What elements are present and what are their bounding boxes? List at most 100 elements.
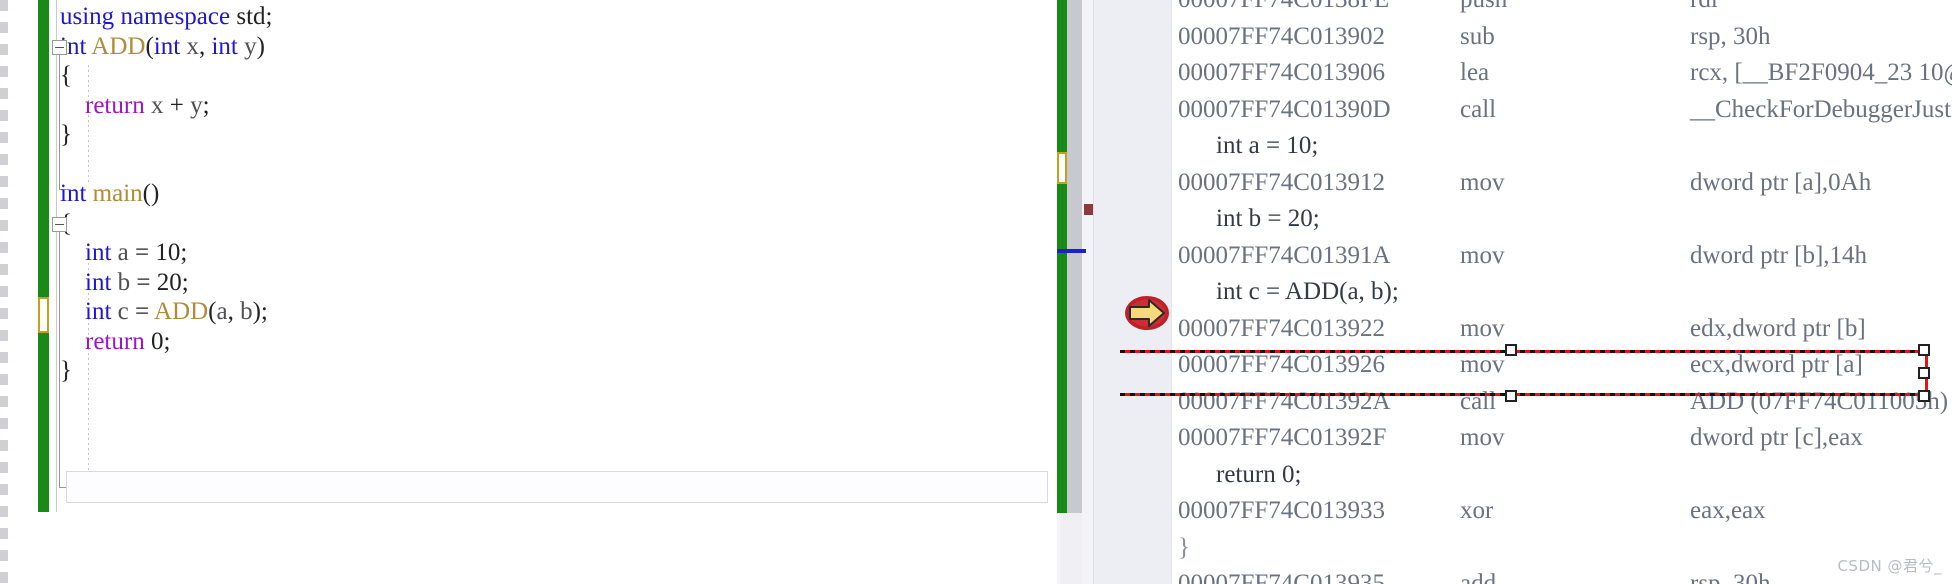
disassembly-source-row[interactable]: return 0; (1120, 457, 1952, 494)
instruction-operands: dword ptr [c],eax (1690, 424, 1863, 451)
disassembly-instruction-row[interactable]: 00007FF74C013902 sub rsp, 30h (1120, 19, 1952, 56)
disassembly-source-row[interactable]: int b = 20; (1120, 201, 1952, 238)
code-token: ADD (91, 32, 146, 60)
code-token: b (117, 268, 131, 296)
instruction-address: 00007FF74C013933 (1178, 497, 1385, 524)
code-token: } (60, 357, 72, 384)
code-token: y (244, 32, 257, 60)
source-code-editor[interactable]: using namespace std; int ADD(int x, int y… (0, 0, 1057, 584)
disassembly-instruction-row[interactable]: 00007FF74C01392A call ADD (07FF74C011005h) (1120, 384, 1952, 421)
instruction-operands: rsp, 30h (1690, 570, 1771, 584)
code-token: = (130, 268, 157, 296)
resize-handle-bottom-right[interactable] (1918, 390, 1930, 402)
code-line[interactable]: return 0; (0, 327, 1057, 357)
instruction-operands: rsp, 30h (1690, 22, 1771, 50)
code-token: int (85, 239, 112, 266)
code-token: ( (145, 32, 154, 60)
instruction-address: 00007FF74C01390D (1178, 95, 1391, 123)
disassembly-instruction-row[interactable]: 00007FF74C013933 xor eax,eax (1120, 493, 1952, 530)
resize-handle-top-center[interactable] (1505, 344, 1517, 356)
disassembly-instruction-row[interactable]: 00007FF74C013926 mov ecx,dword ptr [a] (1120, 347, 1952, 384)
editor-empty-area[interactable] (8, 512, 1057, 584)
code-token: ; (163, 327, 171, 355)
instruction-address: 00007FF74C01392F (1178, 424, 1387, 451)
disassembly-instruction-row[interactable]: 00007FF74C01392F mov dword ptr [c],eax (1120, 420, 1952, 457)
disassembly-instruction-row[interactable]: 00007FF74C0138FE push rdi (1120, 0, 1952, 19)
code-token: ; (180, 239, 188, 266)
fold-toggle-main[interactable] (52, 217, 67, 232)
code-line[interactable]: int c = ADD(a, b); (0, 297, 1057, 327)
instruction-operands: ecx,dword ptr [a] (1690, 351, 1863, 378)
code-line-text: int ADD(int x, int y) (60, 32, 265, 62)
instruction-operands: edx,dword ptr [b] (1690, 314, 1866, 342)
instruction-mnemonic: mov (1460, 351, 1505, 378)
code-line[interactable]: int main() (0, 179, 1057, 209)
code-token: + (163, 91, 191, 119)
disassembly-line-container: 00007FF74C0138FE push rdi 00007FF74C013902 s… (1120, 0, 1952, 584)
source-line-text: int a = 10; (1216, 132, 1319, 159)
code-token: 10 (155, 239, 181, 266)
code-token: ; (265, 3, 273, 30)
code-token: , (198, 32, 212, 60)
code-token: int (85, 268, 112, 296)
instruction-operands: ADD (07FF74C011005h) (1690, 387, 1949, 415)
instruction-address: 00007FF74C013902 (1178, 22, 1385, 50)
disassembly-source-row[interactable]: int a = 10; (1120, 128, 1952, 165)
code-token: main (92, 180, 143, 207)
code-line[interactable]: { (0, 209, 1057, 239)
code-line-text: } (60, 356, 72, 386)
code-token: b (240, 298, 253, 325)
code-line[interactable]: int ADD(int x, int y) (0, 32, 1057, 62)
code-line[interactable] (0, 150, 1057, 180)
disassembly-window[interactable]: 00007FF74C0138FE push rdi 00007FF74C013902 s… (1120, 0, 1952, 584)
code-line[interactable]: return x + y; (0, 91, 1057, 121)
instruction-mnemonic: mov (1460, 241, 1505, 269)
caret-position-marker (1057, 249, 1086, 253)
instruction-mnemonic: sub (1460, 22, 1495, 50)
code-token: using (60, 3, 115, 30)
resize-handle-middle-right[interactable] (1918, 367, 1930, 379)
code-line-text: int c = ADD(a, b); (60, 297, 268, 327)
instruction-mnemonic: add (1460, 570, 1497, 584)
code-token: ( (208, 298, 217, 325)
code-token: 0 (150, 327, 164, 355)
annotation-scrollbar[interactable] (1057, 0, 1120, 584)
code-line[interactable]: using namespace std; (0, 2, 1057, 32)
code-line[interactable]: } (0, 120, 1057, 150)
disassembly-source-row[interactable]: int c = ADD(a, b); (1120, 274, 1952, 311)
disassembly-instruction-row[interactable]: 00007FF74C013912 mov dword ptr [a],0Ah (1120, 165, 1952, 202)
code-token: return (85, 327, 145, 355)
code-line[interactable]: int b = 20; (0, 268, 1057, 298)
disassembly-instruction-row[interactable]: 00007FF74C013906 lea rcx, [__BF2F0904_23 1… (1120, 55, 1952, 92)
csdn-watermark: CSDN @君兮_ (1837, 557, 1942, 575)
code-token: ); (252, 298, 268, 325)
disassembly-instruction-row[interactable]: 00007FF74C013922 mov edx,dword ptr [b] (1120, 311, 1952, 348)
scrollbar-saved-change-marker (1057, 0, 1067, 513)
disassembly-instruction-row[interactable]: 00007FF74C01390D call __CheckForDebuggerJu… (1120, 92, 1952, 129)
disassembly-brace-row[interactable]: } (1120, 530, 1952, 567)
instruction-address: 00007FF74C01391A (1178, 241, 1391, 269)
scrollbar-right-edge (1093, 0, 1120, 584)
screenshot-root: using namespace std; int ADD(int x, int y… (0, 0, 1952, 584)
code-line-text: using namespace std; (60, 2, 272, 32)
disassembly-instruction-row[interactable]: 00007FF74C013935 add rsp, 30h (1120, 566, 1952, 584)
source-line-text: } (1178, 533, 1190, 561)
disassembly-instruction-row[interactable]: 00007FF74C01391A mov dword ptr [b],14h (1120, 238, 1952, 275)
code-token: x (186, 32, 199, 60)
instruction-address: 00007FF74C013935 (1178, 570, 1385, 584)
code-line-container: using namespace std; int ADD(int x, int y… (0, 2, 1057, 386)
code-token: () (142, 180, 160, 207)
fold-toggle-add[interactable] (52, 40, 67, 55)
code-line[interactable]: { (0, 61, 1057, 91)
code-token: int (85, 298, 112, 325)
code-line[interactable]: int a = 10; (0, 238, 1057, 268)
resize-handle-bottom-center[interactable] (1505, 390, 1517, 402)
code-token: return (85, 91, 145, 119)
resize-handle-top-right[interactable] (1918, 344, 1930, 356)
scrollbar-unsaved-change-marker (1057, 152, 1067, 184)
code-line[interactable]: } (0, 356, 1057, 386)
instruction-mnemonic: mov (1460, 168, 1505, 196)
code-token: } (60, 121, 72, 148)
